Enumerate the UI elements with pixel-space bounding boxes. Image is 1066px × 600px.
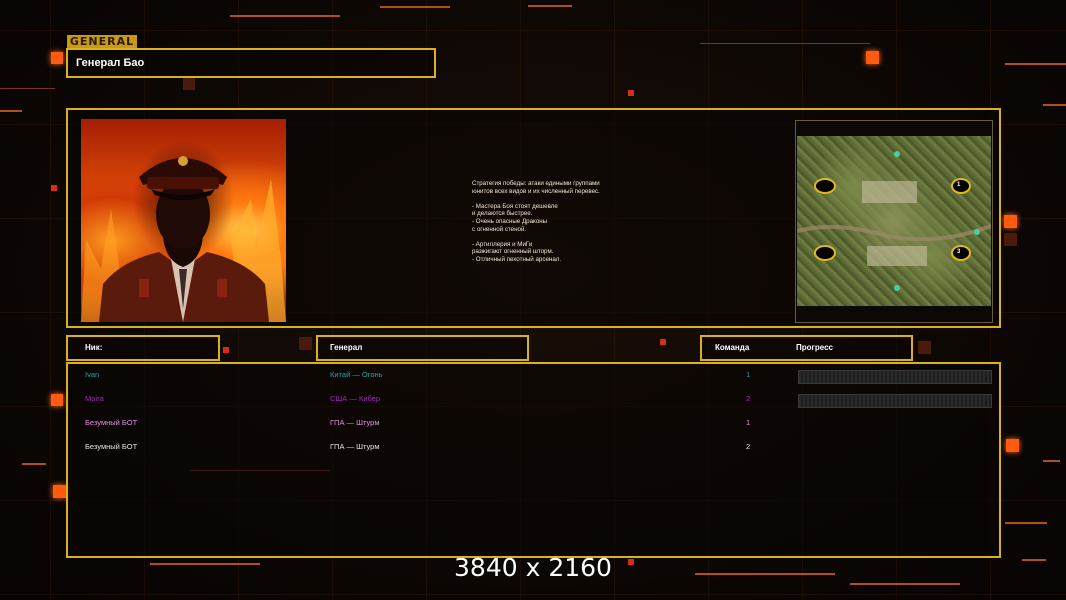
deco-square xyxy=(1004,215,1017,228)
minimap[interactable]: 1 3 xyxy=(795,120,993,323)
resolution-label: 3840 x 2160 xyxy=(454,553,612,582)
column-header-label: Генерал xyxy=(330,343,363,352)
column-header-general[interactable]: Генерал xyxy=(316,335,529,361)
deco-square xyxy=(628,90,634,96)
column-header-label: Прогресс xyxy=(796,343,833,352)
deco-square xyxy=(223,347,229,353)
deco-line xyxy=(22,463,46,465)
general-portrait xyxy=(81,119,286,322)
deco-line xyxy=(1005,63,1066,65)
deco-line xyxy=(0,88,55,89)
general-logo: GENERAL xyxy=(67,35,137,48)
deco-square xyxy=(1006,439,1019,452)
deco-square xyxy=(51,394,63,406)
minimap-slot-label: 3 xyxy=(957,249,961,255)
deco-line xyxy=(528,5,572,7)
player-team: 2 xyxy=(746,394,751,403)
column-header-nick[interactable]: Ник: xyxy=(66,335,220,361)
column-header-label: Команда xyxy=(715,343,750,352)
player-team: 1 xyxy=(746,370,751,379)
player-nick: Moira xyxy=(85,394,104,403)
deco-square xyxy=(866,51,879,64)
player-row[interactable]: Moira США — Кибер 2 xyxy=(68,392,999,408)
players-list: Ivan Китай — Огонь 1 Moira США — Кибер 2 Безум… xyxy=(66,362,1001,558)
page-title: Генерал Бао xyxy=(76,57,145,69)
column-header-label: Ник: xyxy=(85,343,103,352)
deco-line xyxy=(1043,460,1060,462)
deco-line xyxy=(230,15,340,17)
player-progress-bar xyxy=(798,370,992,384)
deco-square xyxy=(51,185,57,191)
deco-line xyxy=(380,6,450,8)
deco-line xyxy=(0,110,22,112)
player-team: 2 xyxy=(746,442,751,451)
deco-square xyxy=(183,78,195,90)
player-general: США — Кибер xyxy=(330,394,381,403)
player-row[interactable]: Ivan Китай — Огонь 1 xyxy=(68,368,999,384)
player-general: Китай — Огонь xyxy=(330,370,383,379)
player-row[interactable]: Безумный БОТ ГПА — Штурм 2 xyxy=(68,440,999,454)
general-description: Стратегия победы: атаки едиными группами… xyxy=(472,180,600,263)
player-progress-bar xyxy=(798,394,992,408)
deco-square xyxy=(918,341,931,354)
player-general: ГПА — Штурм xyxy=(330,418,380,427)
deco-square xyxy=(51,52,63,64)
player-general: ГПА — Штурм xyxy=(330,442,380,451)
player-nick: Безумный БОТ xyxy=(85,442,138,451)
player-nick: Ivan xyxy=(85,370,100,379)
deco-square xyxy=(299,337,312,350)
deco-square xyxy=(53,485,66,498)
deco-line xyxy=(850,583,960,585)
minimap-terrain: 1 3 xyxy=(796,136,992,306)
player-nick: Безумный БОТ xyxy=(85,418,138,427)
deco-line xyxy=(1005,522,1047,524)
deco-square xyxy=(660,339,666,345)
general-silhouette-icon xyxy=(81,156,286,322)
player-row[interactable]: Безумный БОТ ГПА — Штурм 1 xyxy=(68,416,999,430)
general-info-panel: Стратегия победы: атаки едиными группами… xyxy=(66,108,1001,328)
column-header-team-progress[interactable]: Команда Прогресс xyxy=(700,335,913,361)
deco-square xyxy=(1004,233,1017,246)
game-lobby-screen: GENERAL Генерал Бао Стратегия победы: ат… xyxy=(0,0,1066,600)
minimap-slot-label: 1 xyxy=(957,182,961,188)
minimap-features xyxy=(796,151,992,291)
player-team: 1 xyxy=(746,418,751,427)
title-panel: Генерал Бао xyxy=(66,48,436,78)
deco-line xyxy=(700,43,870,44)
deco-line xyxy=(1043,104,1066,106)
